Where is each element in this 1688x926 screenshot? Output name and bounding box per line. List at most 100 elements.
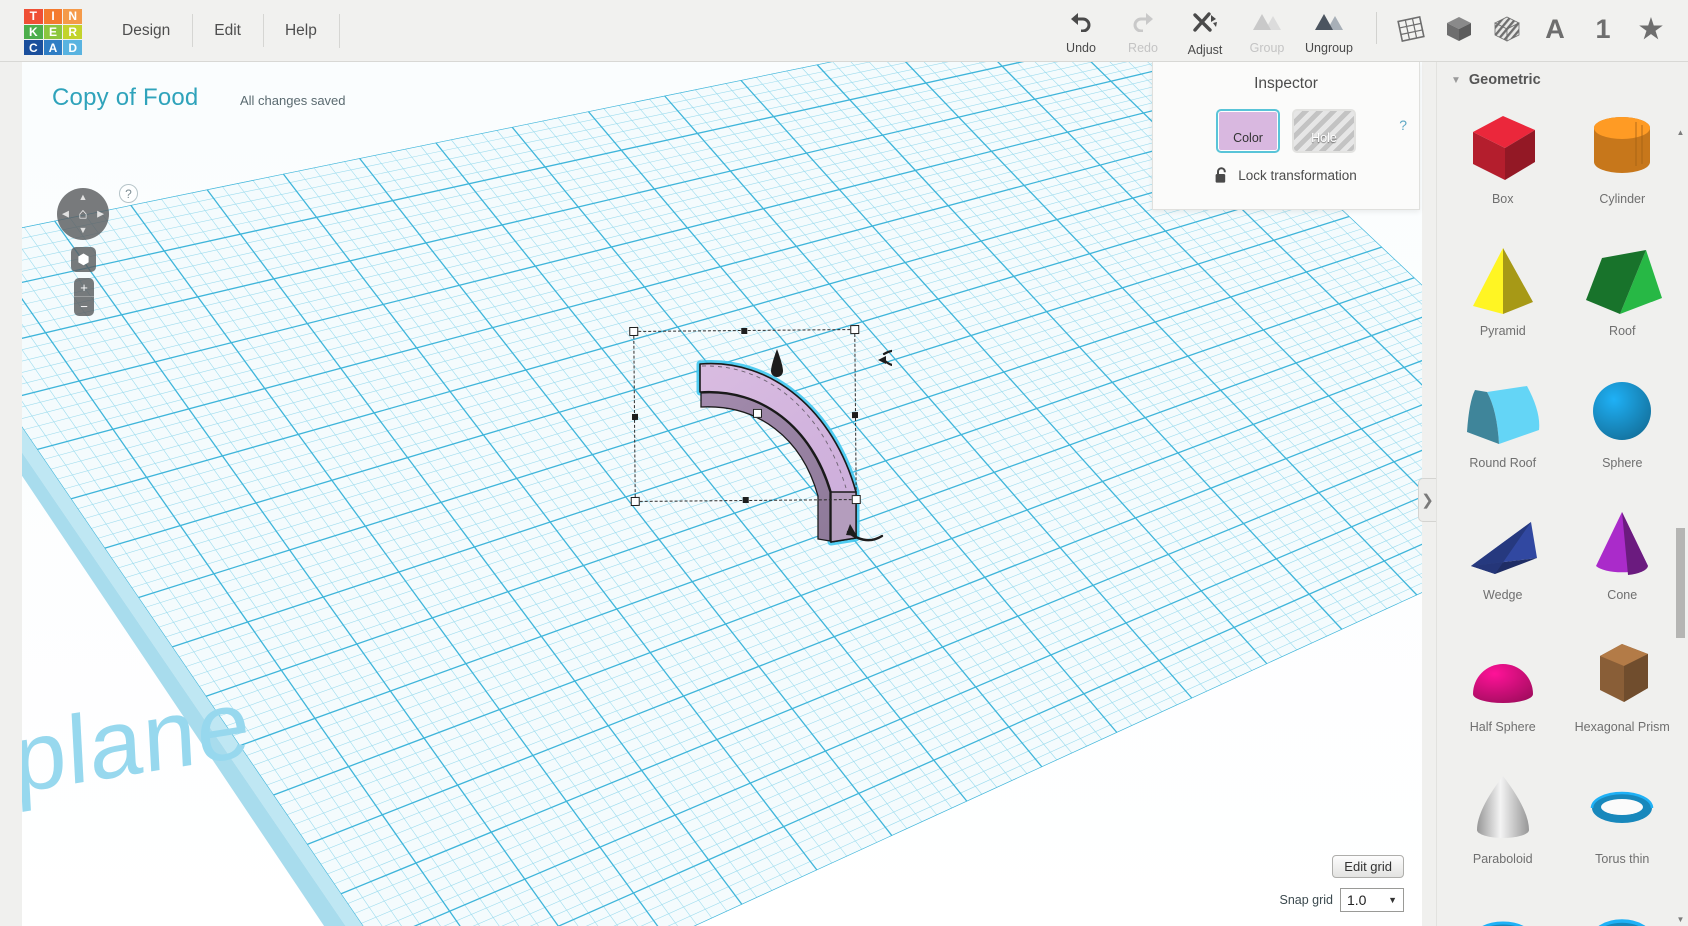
shape-item-half-sphere[interactable]: Half Sphere: [1443, 626, 1563, 754]
panel-collapse-handle[interactable]: ❯: [1418, 478, 1436, 522]
selection-bounding-box[interactable]: [629, 324, 861, 507]
resize-handle-top[interactable]: [741, 327, 748, 335]
shape-label: Pyramid: [1479, 324, 1526, 338]
torusthick-icon: [1576, 896, 1668, 926]
shape-item-cylinder[interactable]: Cylinder: [1563, 98, 1683, 226]
view-navigation-wheel[interactable]: ▲ ▼ ◀ ▶ ⌂: [57, 188, 109, 240]
cylinder-icon: [1576, 104, 1668, 190]
shape-item-box[interactable]: Box: [1443, 98, 1563, 226]
menu-item-edit[interactable]: Edit: [192, 0, 263, 61]
pyramid-icon: [1457, 236, 1549, 322]
resize-handle-tr[interactable]: [850, 324, 860, 335]
resize-handle-right[interactable]: [851, 411, 859, 418]
resize-handle-tl[interactable]: [629, 326, 639, 337]
edit-grid-button[interactable]: Edit grid: [1332, 855, 1404, 878]
tinkercad-logo[interactable]: TIN KER CAD: [24, 9, 82, 55]
fit-view-cube-button[interactable]: ⬢: [71, 247, 96, 272]
nav-right-icon[interactable]: ▶: [97, 209, 104, 219]
striped-cube-icon[interactable]: [1490, 12, 1524, 46]
shape-item-sphere[interactable]: Sphere: [1563, 362, 1683, 490]
shape-label: Half Sphere: [1469, 720, 1536, 734]
shape-item-wedge[interactable]: Wedge: [1443, 494, 1563, 622]
shape-item-hexagonal-prism[interactable]: Hexagonal Prism: [1563, 626, 1683, 754]
logo-tile-e-4: E: [43, 24, 63, 40]
shapes-scrollbar[interactable]: ▲ ▼: [1675, 128, 1686, 926]
shape-label: Paraboloid: [1472, 852, 1533, 866]
lock-transformation-row[interactable]: Lock transformation: [1153, 167, 1419, 184]
inspector-help-icon[interactable]: ?: [1399, 117, 1407, 133]
top-bar: TINKERCAD Design Edit Help Undo Redo Adjust G…: [0, 0, 1688, 62]
shapes-section-header[interactable]: ▼ Geometric: [1437, 62, 1688, 94]
number-tool-icon[interactable]: 1: [1586, 12, 1620, 46]
torus-icon: [1457, 896, 1549, 926]
workplane-icon[interactable]: [1394, 12, 1428, 46]
zoom-controls[interactable]: + −: [74, 278, 94, 316]
menu-item-help[interactable]: Help: [262, 0, 339, 61]
nav-up-icon[interactable]: ▲: [79, 193, 88, 202]
ungroup-icon: [1313, 10, 1345, 37]
shape-label: Hexagonal Prism: [1574, 720, 1670, 734]
logo-tile-k-3: K: [24, 24, 43, 40]
menu-item-design[interactable]: Design: [100, 0, 192, 61]
halfsphere-icon: [1457, 632, 1549, 718]
roundroof-icon: [1457, 368, 1549, 454]
tool-adjust-button[interactable]: Adjust: [1174, 0, 1236, 58]
logo-tile-c-6: C: [24, 40, 43, 55]
group-icon: [1251, 10, 1283, 37]
shape-item-torus-thick[interactable]: Torus thick: [1563, 890, 1683, 926]
resize-handle-bl[interactable]: [630, 496, 640, 507]
shape-item-roof[interactable]: Roof: [1563, 230, 1683, 358]
tool-redo-button: Redo: [1112, 0, 1174, 58]
shapes-section-label: Geometric: [1468, 72, 1541, 88]
paraboloid-icon: [1457, 764, 1549, 850]
menu-divider: [338, 13, 340, 48]
help-icon[interactable]: ?: [119, 184, 138, 203]
tool-label: Ungroup: [1305, 41, 1353, 55]
logo-tile-i-1: I: [43, 9, 63, 24]
hole-swatch-label: Hole: [1311, 131, 1337, 145]
shape-item-cone[interactable]: Cone: [1563, 494, 1683, 622]
resize-handle-br[interactable]: [851, 494, 861, 505]
zoom-out-button[interactable]: −: [74, 297, 94, 316]
wedge-icon: [1457, 500, 1549, 586]
tool-label: Undo: [1066, 41, 1096, 55]
toolbar: Undo Redo Adjust Group Ungroup A 1 ★: [1050, 0, 1668, 61]
unlocked-padlock-icon: [1215, 167, 1227, 183]
scroll-up-icon[interactable]: ▲: [1675, 128, 1686, 139]
main-menu: Design Edit Help: [100, 0, 340, 61]
resize-handle-left[interactable]: [631, 413, 639, 420]
page-title: Copy of Food: [52, 84, 199, 111]
shape-item-paraboloid[interactable]: Paraboloid: [1443, 758, 1563, 886]
logo-tile-a-7: A: [43, 40, 63, 55]
solid-cube-icon[interactable]: [1442, 12, 1476, 46]
logo-tile-n-2: N: [63, 9, 82, 24]
shape-item-round-roof[interactable]: Round Roof: [1443, 362, 1563, 490]
color-swatch-button[interactable]: Color: [1216, 109, 1280, 153]
snap-grid-select[interactable]: 1.0 ▼: [1340, 888, 1404, 912]
logo-tile-t-0: T: [24, 9, 43, 24]
shape-label: Round Roof: [1469, 456, 1537, 470]
tool-ungroup-button[interactable]: Ungroup: [1298, 0, 1360, 58]
tool-group-button: Group: [1236, 0, 1298, 58]
logo-tile-r-5: R: [63, 24, 82, 40]
nav-left-icon[interactable]: ◀: [62, 209, 69, 219]
shape-item-torus[interactable]: Torus: [1443, 890, 1563, 926]
zoom-in-button[interactable]: +: [74, 278, 94, 297]
favorites-star-icon[interactable]: ★: [1634, 12, 1668, 46]
text-tool-icon[interactable]: A: [1538, 12, 1572, 46]
tool-undo-button[interactable]: Undo: [1050, 0, 1112, 58]
nav-down-icon[interactable]: ▼: [79, 226, 88, 235]
inspector-title: Inspector: [1254, 75, 1318, 92]
collapse-triangle-icon[interactable]: ▼: [1451, 75, 1461, 86]
hole-swatch-button[interactable]: Hole: [1292, 109, 1356, 153]
nav-home-icon[interactable]: ⌂: [78, 206, 87, 223]
shape-item-torus-thin[interactable]: Torus thin: [1563, 758, 1683, 886]
scrollbar-thumb[interactable]: [1676, 528, 1685, 638]
shape-label: Torus thin: [1595, 852, 1650, 866]
resize-handle-bottom[interactable]: [742, 496, 749, 504]
scroll-down-icon[interactable]: ▼: [1675, 915, 1686, 926]
roof-icon: [1576, 236, 1668, 322]
undo-icon: [1068, 10, 1094, 37]
shape-item-pyramid[interactable]: Pyramid: [1443, 230, 1563, 358]
height-handle[interactable]: [752, 408, 763, 418]
